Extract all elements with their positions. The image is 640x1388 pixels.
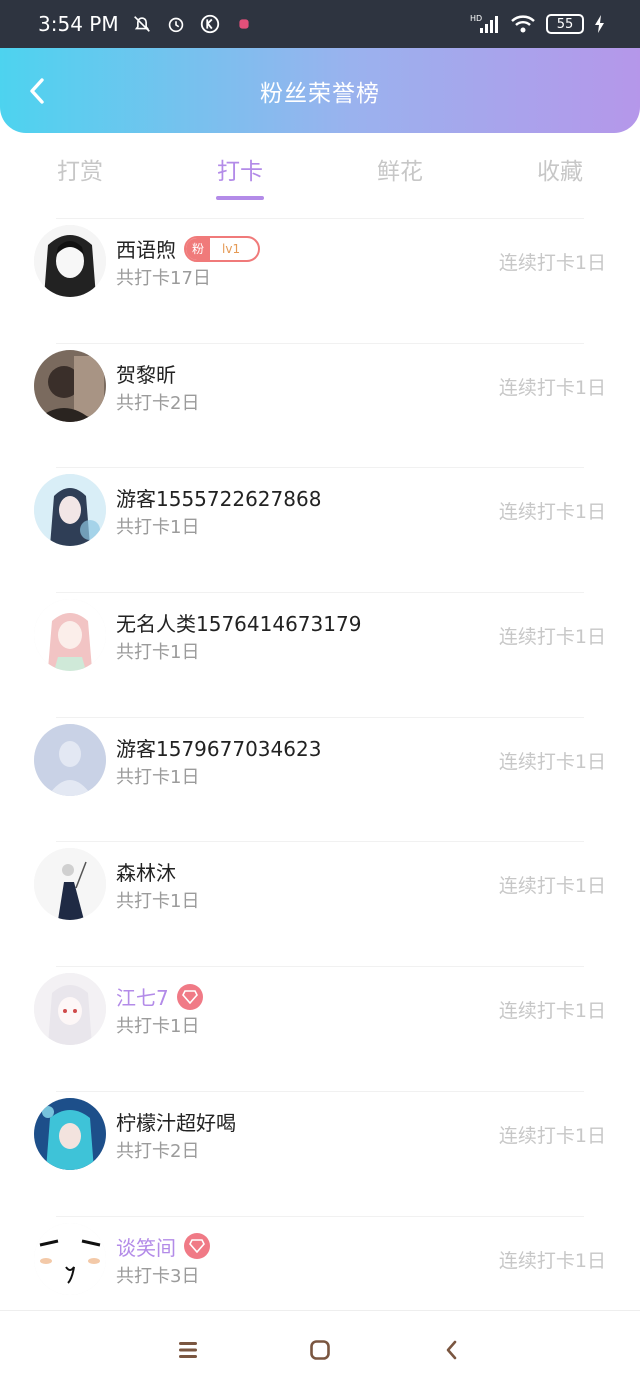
nav-back-button[interactable] xyxy=(436,1334,468,1366)
signal-icon: HD xyxy=(470,14,498,33)
user-name[interactable]: 江七7 xyxy=(116,982,169,1011)
avatar-image xyxy=(34,599,106,672)
checkin-streak: 连续打卡1日 xyxy=(498,376,606,399)
avatar[interactable] xyxy=(34,1097,106,1170)
avatar[interactable] xyxy=(34,848,106,921)
fan-badge-label: 粉 xyxy=(186,237,211,260)
checkin-streak: 连续打卡1日 xyxy=(498,1124,606,1147)
tab-flowers[interactable]: 鲜花 xyxy=(340,140,460,200)
avatar-image xyxy=(34,973,106,1046)
list-item[interactable]: 森林沐 共打卡1日 连续打卡1日 xyxy=(0,841,640,966)
user-info: 谈笑间 xyxy=(116,1232,210,1261)
tab-checkin[interactable]: 打卡 xyxy=(180,140,300,200)
user-info: 柠檬汁超好喝 xyxy=(116,1107,236,1136)
network-label: HD xyxy=(470,14,482,23)
tab-reward[interactable]: 打赏 xyxy=(20,140,140,200)
wifi-icon xyxy=(511,15,535,33)
default-avatar-icon xyxy=(34,723,106,796)
avatar[interactable] xyxy=(34,599,106,672)
chevron-left-icon xyxy=(30,78,44,104)
checkin-streak: 连续打卡1日 xyxy=(498,1000,606,1023)
list-item[interactable]: 江七7 共打卡1日 连续打卡1日 xyxy=(0,966,640,1091)
user-name[interactable]: 谈笑间 xyxy=(116,1232,176,1261)
checkin-streak: 连续打卡1日 xyxy=(498,875,606,898)
list-item[interactable]: 无名人类1576414673179 共打卡1日 连续打卡1日 xyxy=(0,592,640,717)
list-item[interactable]: 西语煦 粉 lv1 共打卡17日 连续打卡1日 xyxy=(0,218,640,343)
header-bar: 粉丝荣誉榜 xyxy=(0,48,640,133)
user-info: 西语煦 粉 lv1 xyxy=(116,234,261,263)
list-item[interactable]: 游客1555722627868 共打卡1日 连续打卡1日 xyxy=(0,467,640,592)
user-name[interactable]: 西语煦 xyxy=(116,234,176,263)
user-info: 江七7 xyxy=(116,982,203,1011)
diamond-icon xyxy=(176,983,203,1010)
battery-level: 55 xyxy=(556,16,574,32)
system-nav-bar xyxy=(0,1310,640,1388)
status-bar: 3:54 PM HD 55 xyxy=(0,0,640,48)
back-button[interactable] xyxy=(20,72,54,110)
checkin-streak: 连续打卡1日 xyxy=(498,750,606,773)
total-checkins: 共打卡17日 xyxy=(116,268,211,289)
total-checkins: 共打卡3日 xyxy=(116,1265,200,1287)
user-info: 游客1555722627868 xyxy=(116,483,321,512)
diamond-icon xyxy=(184,1233,210,1259)
nav-home-button[interactable] xyxy=(304,1334,336,1366)
total-checkins: 共打卡1日 xyxy=(116,891,200,913)
user-name[interactable]: 无名人类1576414673179 xyxy=(116,608,361,637)
user-info: 无名人类1576414673179 xyxy=(116,608,361,637)
user-name[interactable]: 游客1579677034623 xyxy=(116,733,321,762)
user-info: 森林沐 xyxy=(116,857,176,886)
avatar[interactable] xyxy=(34,225,106,297)
total-checkins: 共打卡1日 xyxy=(116,642,200,664)
bell-off-icon xyxy=(133,16,150,32)
tab-favorites[interactable]: 收藏 xyxy=(500,140,620,200)
fan-level-badge: 粉 lv1 xyxy=(184,235,261,262)
total-checkins: 共打卡2日 xyxy=(116,1140,200,1162)
tab-bar: 打赏 打卡 鲜花 收藏 xyxy=(0,140,640,202)
k-app-icon xyxy=(200,14,219,34)
checkin-streak: 连续打卡1日 xyxy=(498,1249,606,1272)
total-checkins: 共打卡2日 xyxy=(116,392,200,414)
user-name[interactable]: 森林沐 xyxy=(116,857,176,886)
checkin-streak: 连续打卡1日 xyxy=(498,501,606,524)
back-chevron-icon xyxy=(446,1340,457,1359)
user-name[interactable]: 贺黎昕 xyxy=(116,359,176,388)
nav-menu-button[interactable] xyxy=(172,1334,204,1366)
list-item[interactable]: 贺黎昕 共打卡2日 连续打卡1日 xyxy=(0,342,640,468)
home-square-icon xyxy=(310,1339,330,1360)
user-name[interactable]: 游客1555722627868 xyxy=(116,483,321,512)
checkin-streak: 连续打卡1日 xyxy=(498,626,606,649)
status-time: 3:54 PM xyxy=(38,12,119,36)
list-item[interactable]: 柠檬汁超好喝 共打卡2日 连续打卡1日 xyxy=(0,1090,640,1216)
user-name[interactable]: 柠檬汁超好喝 xyxy=(116,1107,236,1136)
total-checkins: 共打卡1日 xyxy=(116,1016,200,1038)
avatar[interactable] xyxy=(34,723,106,796)
avatar[interactable] xyxy=(34,973,106,1046)
checkin-streak: 连续打卡1日 xyxy=(498,252,606,274)
alarm-icon xyxy=(168,17,183,33)
avatar-image xyxy=(34,349,106,422)
total-checkins: 共打卡1日 xyxy=(116,766,200,788)
fan-badge-level: lv1 xyxy=(222,241,241,256)
user-info: 贺黎昕 xyxy=(116,359,176,388)
user-info: 游客1579677034623 xyxy=(116,733,321,762)
battery-indicator: 55 xyxy=(546,14,584,34)
avatar-image xyxy=(34,474,106,547)
list-item[interactable]: 游客1579677034623 共打卡1日 连续打卡1日 xyxy=(0,716,640,842)
avatar-image xyxy=(34,225,106,297)
avatar-image xyxy=(34,1097,106,1170)
app-notification-icon xyxy=(239,19,249,29)
fan-ranking-list: 西语煦 粉 lv1 共打卡17日 连续打卡1日 贺黎昕 共打卡2日 连续打卡1日 xyxy=(0,218,640,1340)
menu-icon xyxy=(179,1341,197,1358)
avatar[interactable] xyxy=(34,1222,106,1295)
charging-icon xyxy=(595,15,604,33)
avatar-image xyxy=(34,848,106,921)
page-title: 粉丝荣誉榜 xyxy=(260,80,380,107)
avatar-image xyxy=(34,1222,106,1295)
avatar[interactable] xyxy=(34,474,106,547)
total-checkins: 共打卡1日 xyxy=(116,517,200,539)
avatar[interactable] xyxy=(34,349,106,422)
